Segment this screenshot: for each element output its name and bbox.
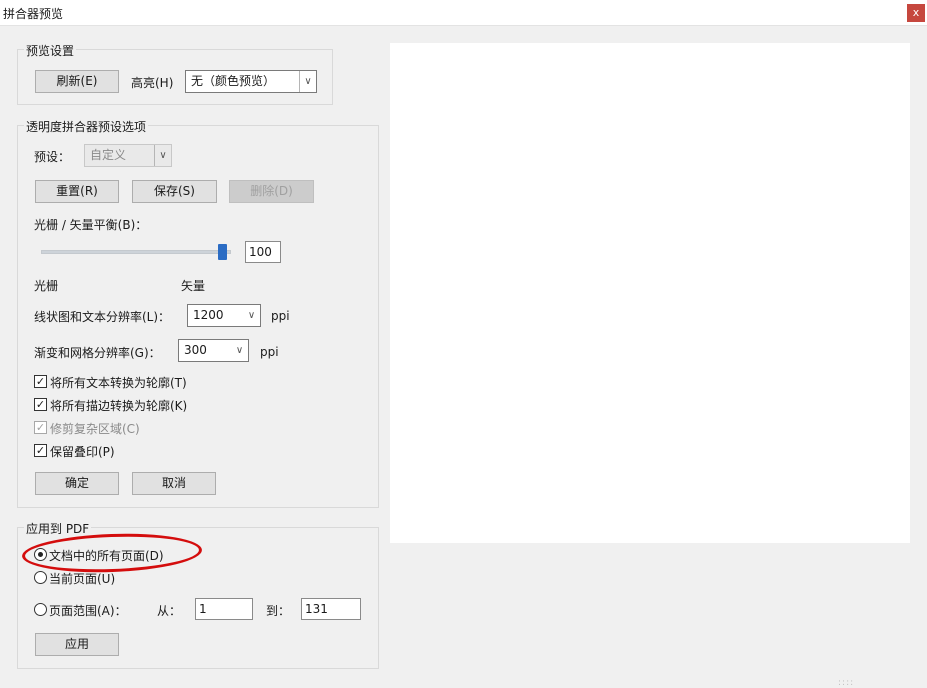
balance-slider-thumb[interactable] [218,244,227,260]
preset-select[interactable]: 自定义 ∨ [84,144,172,167]
preserve-overprint-label: 保留叠印(P) [50,445,115,459]
preview-canvas [390,43,910,543]
balance-slider-track[interactable] [41,250,231,254]
clip-complex-label: 修剪复杂区域(C) [50,422,140,436]
line-art-resolution-value: 1200 [193,308,224,322]
gradient-resolution-label: 渐变和网格分辨率(G)： [34,346,161,360]
from-page-input[interactable]: 1 [195,598,253,620]
from-label: 从： [157,604,182,618]
highlight-select-value: 无（颜色预览） [191,74,276,88]
refresh-button[interactable]: 刷新(E) [35,70,119,93]
raster-label: 光栅 [34,279,59,293]
line-art-unit: ppi [271,309,290,323]
window-title: 拼合器预览 [3,7,64,21]
convert-text-checkbox[interactable]: ✓ [34,375,47,388]
preset-select-value: 自定义 [90,148,127,162]
highlight-label: 高亮(H) [131,76,174,90]
preview-settings-label: 预览设置 [24,42,77,59]
title-bar: 拼合器预览 x [0,0,927,26]
highlight-select[interactable]: 无（颜色预览） ∨ [185,70,317,93]
save-button[interactable]: 保存(S) [132,180,217,203]
gradient-resolution-select[interactable]: 300 ∨ [178,339,249,362]
reset-button[interactable]: 重置(R) [35,180,119,203]
close-button[interactable]: x [907,4,925,22]
apply-to-pdf-label: 应用到 PDF [24,520,92,537]
page-range-label: 页面范围(A)： [49,604,127,618]
page-range-radio[interactable] [34,603,47,616]
clip-complex-checkbox[interactable]: ✓ [34,421,47,434]
gradient-unit: ppi [260,345,279,359]
apply-button[interactable]: 应用 [35,633,119,656]
convert-text-label: 将所有文本转换为轮廓(T) [50,376,187,390]
preset-label: 预设： [34,150,71,164]
current-page-label: 当前页面(U) [49,572,116,586]
to-page-input[interactable]: 131 [301,598,361,620]
line-art-resolution-label: 线状图和文本分辨率(L)： [34,310,171,324]
gradient-resolution-value: 300 [184,343,207,357]
ok-button[interactable]: 确定 [35,472,119,495]
chevron-down-icon: ∨ [154,145,171,166]
chevron-down-icon: ∨ [235,345,244,356]
convert-strokes-label: 将所有描边转换为轮廓(K) [50,399,188,413]
preset-options-label: 透明度拼合器预设选项 [24,118,149,135]
vector-label: 矢量 [181,279,206,293]
line-art-resolution-select[interactable]: 1200 ∨ [187,304,261,327]
convert-strokes-checkbox[interactable]: ✓ [34,398,47,411]
current-page-radio[interactable] [34,571,47,584]
delete-button[interactable]: 删除(D) [229,180,314,203]
balance-input[interactable]: 100 [245,241,281,263]
resize-grip-icon[interactable]: :::: [838,678,854,688]
to-label: 到： [266,604,291,618]
balance-label: 光栅 / 矢量平衡(B)： [34,218,148,232]
chevron-down-icon: ∨ [247,310,256,321]
chevron-down-icon: ∨ [299,71,316,92]
preserve-overprint-checkbox[interactable]: ✓ [34,444,47,457]
cancel-button[interactable]: 取消 [132,472,216,495]
